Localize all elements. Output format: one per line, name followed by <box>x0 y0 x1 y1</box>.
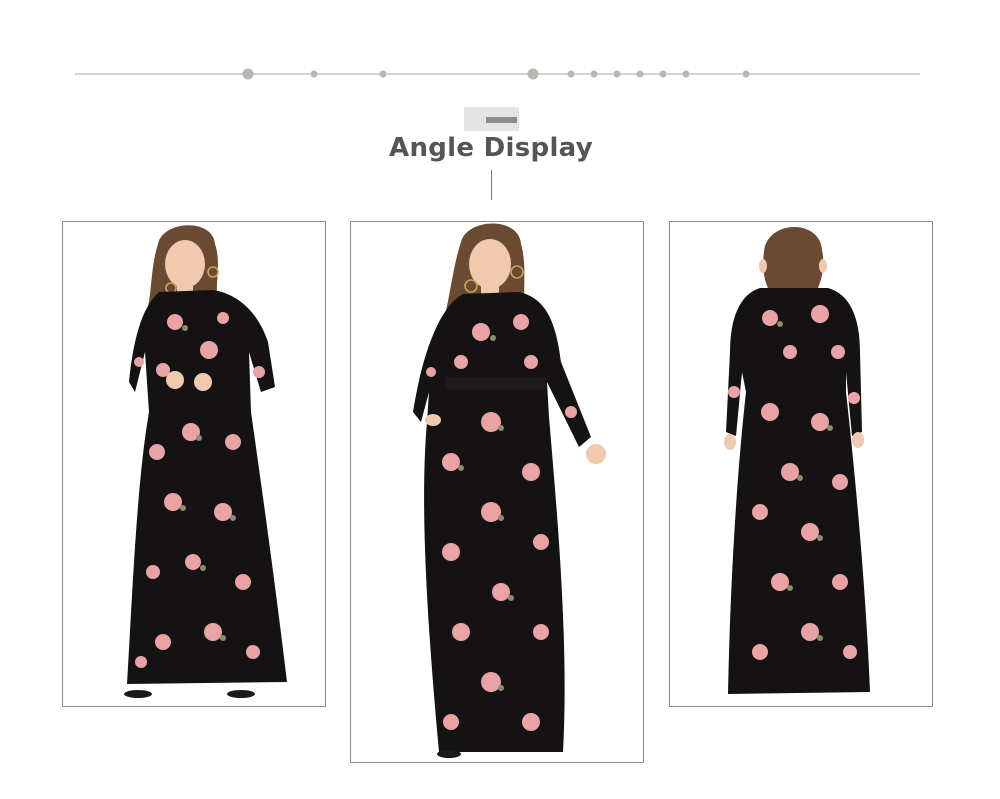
timeline-dot <box>527 68 539 80</box>
section-title: Angle Display <box>389 133 593 163</box>
dress-back-photo-icon <box>724 226 870 694</box>
timeline-dot <box>613 70 621 78</box>
photo-front-pocket-view[interactable] <box>350 221 644 763</box>
timeline-dot <box>636 70 644 78</box>
dress-front-photo-icon <box>124 225 287 698</box>
timeline-dot <box>379 70 387 78</box>
timeline-dot <box>567 70 575 78</box>
dress-front-pocket-photo-icon <box>413 223 606 758</box>
badge-bar <box>486 117 517 123</box>
photo-back-view[interactable] <box>669 221 933 707</box>
section-badge <box>464 107 519 131</box>
timeline-dot <box>242 68 254 80</box>
title-divider <box>491 170 492 200</box>
timeline-dot <box>682 70 690 78</box>
timeline-dot <box>590 70 598 78</box>
timeline-dot <box>659 70 667 78</box>
decorative-timeline <box>0 0 1000 120</box>
timeline-dot <box>310 70 318 78</box>
photo-front-view[interactable] <box>62 221 326 707</box>
timeline-dot <box>742 70 750 78</box>
